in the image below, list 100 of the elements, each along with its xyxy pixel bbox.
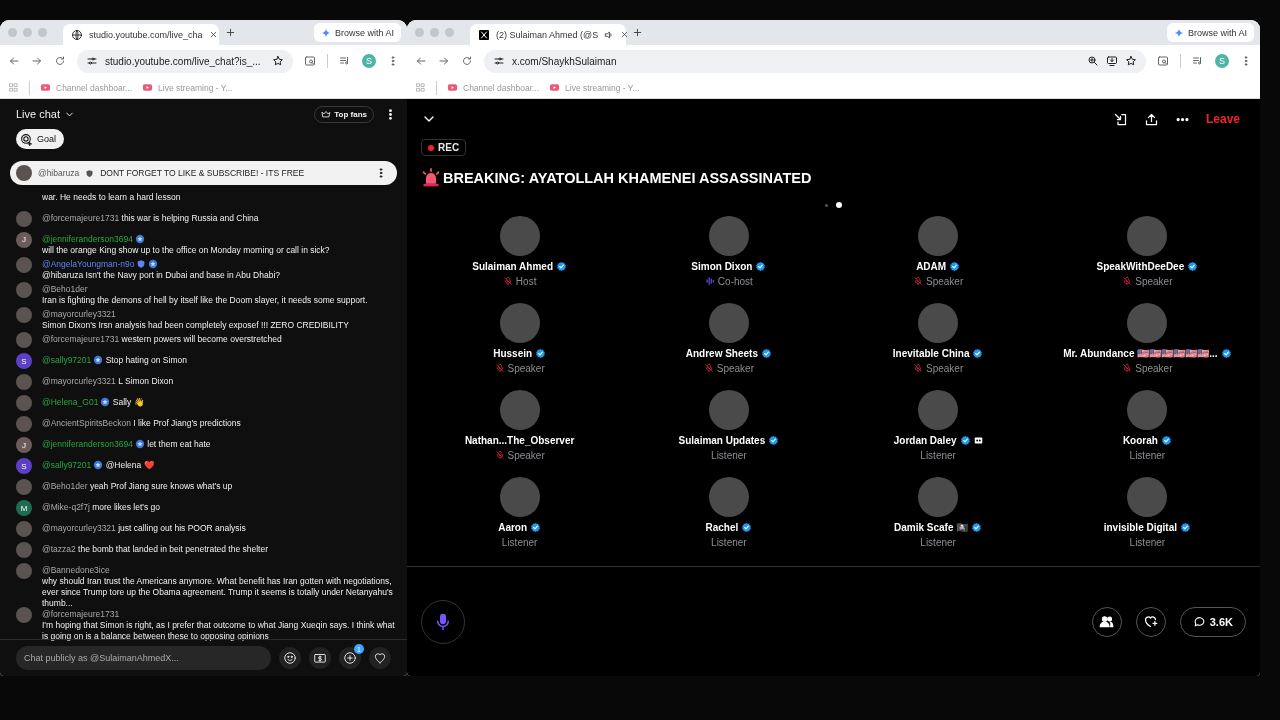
avatar-photo-placeholder[interactable] (918, 390, 959, 430)
avatar-photo-placeholder[interactable] (708, 390, 749, 430)
emoji-button[interactable] (279, 647, 301, 669)
plus-circle-icon (343, 651, 357, 665)
participant-role: Listener (1129, 536, 1166, 548)
chat-author[interactable]: @AngelaYoungman-n9o (42, 258, 135, 269)
avatar-photo-placeholder[interactable] (918, 303, 959, 343)
avatar-photo-placeholder[interactable] (918, 216, 959, 256)
chat-author[interactable]: @hibaruza (38, 168, 80, 178)
chat-message-text: DONT FORGET TO LIKE & SUBSCRIBE! - ITS FREE (100, 168, 305, 178)
participant-role: Speaker (1135, 362, 1173, 374)
sparkle-icon (1173, 27, 1184, 38)
moderator-shield-icon (136, 258, 147, 269)
bookmark-star-icon[interactable] (1125, 55, 1137, 67)
chat-input-field[interactable]: Chat publicly as @SulaimanAhmedX... (16, 646, 271, 670)
avatar-photo-placeholder[interactable] (499, 303, 540, 343)
avatar-photo-placeholder[interactable] (918, 477, 959, 517)
browse-with-ai-button[interactable]: Browse with AI (313, 23, 401, 42)
browse-with-ai-button[interactable]: Browse with AI (1166, 23, 1254, 42)
avatar-photo-placeholder (16, 210, 32, 227)
heart-button[interactable] (369, 647, 391, 669)
member-badge-icon (134, 439, 145, 450)
chat-author[interactable]: @AncientSpiritsBeckon (42, 418, 131, 429)
close-icon[interactable] (620, 30, 630, 39)
avatar-photo-placeholder[interactable] (499, 216, 540, 256)
chat-author[interactable]: @forcemajeure1731 (42, 609, 120, 620)
address-bar[interactable]: studio.youtube.com/live_chat?is_... (77, 49, 293, 73)
chat-message-text: I like Prof Jiang's predictions (133, 418, 241, 430)
chat-message-text: @hibaruza Isn't the Navy port in Dubai and base in Abu Dhabi? (42, 269, 280, 281)
page-dot[interactable] (836, 202, 842, 208)
new-tab-icon[interactable] (225, 27, 236, 38)
reload-icon[interactable] (461, 55, 473, 67)
tab-search-icon[interactable] (304, 55, 316, 67)
tab-search-icon[interactable] (1157, 55, 1169, 67)
install-app-icon[interactable] (1106, 55, 1118, 67)
bookmark-star-icon[interactable] (272, 55, 284, 67)
muted-mic-icon (502, 276, 513, 286)
chat-message-text: let them eat hate (147, 439, 211, 451)
share-icon[interactable] (1143, 111, 1159, 127)
back-icon[interactable] (8, 55, 20, 67)
crown-icon (321, 109, 332, 119)
avatar-photo-placeholder[interactable] (1127, 477, 1168, 517)
cash-icon (313, 651, 327, 665)
participant-name: Mr. Abundance 🇺🇸🇺🇸🇺🇸🇺🇸🇺🇸🇺🇸... (1063, 347, 1218, 359)
chat-author[interactable]: @Mike-q2f7j (42, 502, 90, 513)
chat-author[interactable]: @forcemajeure1731 (42, 334, 120, 345)
participant-role: Listener (501, 536, 538, 548)
participant-role: Listener (711, 536, 747, 548)
forward-icon[interactable] (438, 55, 450, 67)
leave-button[interactable]: Leave (1205, 112, 1240, 126)
site-settings-icon[interactable] (86, 55, 98, 67)
chat-author[interactable]: @Helena_G01 (42, 397, 99, 408)
chat-author[interactable]: @sally97201 (42, 355, 92, 366)
reload-icon[interactable] (54, 55, 66, 67)
chat-author[interactable]: @jenniferanderson3694 (42, 439, 133, 450)
chat-message-text: Iran is fighting the demons of hell by itself like the Doom slayer, it needs some support. (42, 294, 368, 306)
chat-author[interactable]: @mayorcurley3321 (42, 523, 116, 534)
avatar-photo-placeholder[interactable] (1127, 390, 1168, 430)
avatar-photo-placeholder[interactable] (1127, 303, 1168, 343)
address-bar[interactable]: x.com/ShaykhSulaiman (484, 49, 1146, 73)
avatar-photo-placeholder (16, 563, 32, 580)
chat-author[interactable]: @Beho1der (42, 481, 88, 492)
chat-author[interactable]: @Bannedone3ice (42, 565, 110, 576)
goal-button[interactable]: Goal (16, 129, 64, 149)
browser-tab[interactable]: studio.youtube.com/live_cha (63, 24, 219, 45)
avatar-photo-placeholder[interactable] (708, 216, 749, 256)
chat-author[interactable]: @tazza2 (42, 544, 76, 555)
back-icon[interactable] (415, 55, 427, 67)
chat-author[interactable]: @jenniferanderson3694 (42, 233, 133, 244)
avatar-photo-placeholder[interactable] (708, 303, 749, 343)
participant-name: Simon Dixon (691, 260, 753, 272)
site-settings-icon[interactable] (493, 55, 505, 67)
chat-author[interactable]: @mayorcurley3321 (42, 376, 116, 387)
avatar-photo-placeholder[interactable] (1127, 216, 1168, 256)
chat-author[interactable]: @sally97201 (42, 460, 92, 471)
new-tab-icon[interactable] (632, 27, 643, 38)
avatar-photo-placeholder (16, 256, 32, 273)
chat-author[interactable]: @forcemajeure1731 (42, 212, 120, 223)
pip-icon[interactable] (1112, 111, 1128, 127)
chat-author[interactable]: @mayorcurley3321 (42, 309, 116, 320)
avatar-photo-placeholder[interactable] (708, 477, 749, 517)
browser-tab[interactable]: (2) Sulaiman Ahmed (@S (470, 24, 626, 45)
forward-icon[interactable] (31, 55, 43, 67)
avatar: J (16, 231, 32, 248)
close-icon[interactable] (208, 30, 218, 39)
siren-icon (421, 168, 441, 188)
chat-message-text: more likes let's go (92, 502, 160, 514)
participant-name: invisible Digital (1103, 521, 1178, 533)
media-controls-icon[interactable] (1192, 55, 1204, 67)
page-dot[interactable] (825, 203, 828, 207)
chat-author[interactable]: @Beho1der (42, 283, 88, 294)
participant-role: Speaker (507, 449, 545, 461)
avatar-photo-placeholder[interactable] (499, 390, 540, 430)
muted-mic-icon (913, 276, 923, 286)
media-controls-icon[interactable] (339, 55, 351, 67)
participant-name: Koorah (1122, 434, 1158, 446)
zoom-in-icon[interactable] (1087, 55, 1099, 67)
super-chat-button[interactable] (309, 647, 331, 669)
avatar-photo-placeholder[interactable] (499, 477, 540, 517)
muted-mic-icon (1122, 276, 1133, 286)
